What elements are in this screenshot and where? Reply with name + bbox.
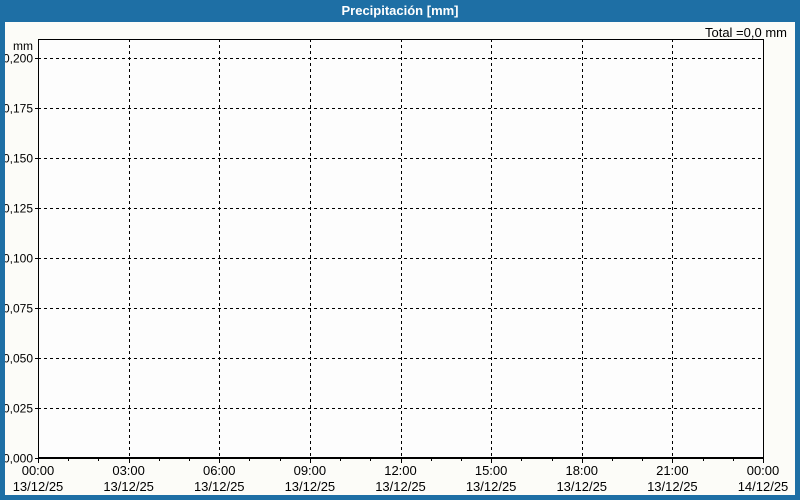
y-tick-label: 0,100 (5, 252, 33, 266)
y-tick-label: 0,125 (5, 202, 33, 216)
y-tick-label: 0,075 (5, 302, 33, 316)
x-tick-time-label: 15:00 (475, 463, 508, 478)
x-tick-time-label: 03:00 (112, 463, 145, 478)
x-tick-date-label: 13/12/25 (466, 479, 517, 494)
total-value-label: Total =0,0 mm (704, 25, 787, 40)
precipitation-plot: 0,200 0,175 0,150 0,125 0,100 0,075 0,050 0,025… (5, 39, 789, 494)
x-tick-date-label: 13/12/25 (375, 479, 426, 494)
plot-background (38, 39, 763, 458)
x-tick-time-label: 21:00 (656, 463, 689, 478)
y-tick-label: 0,150 (5, 152, 33, 166)
precipitation-chart-window: Precipitación [mm] Total =0,0 mm 0,200 0,… (0, 0, 800, 500)
title-bar: Precipitación [mm] (0, 0, 800, 22)
y-tick-label: 0,200 (5, 52, 33, 66)
x-tick-date-label: 13/12/25 (194, 479, 245, 494)
y-tick-label: 0,050 (5, 352, 33, 366)
x-tick-time-label: 18:00 (565, 463, 598, 478)
x-tick-time-label: 09:00 (294, 463, 327, 478)
x-tick-date-label: 13/12/25 (13, 479, 64, 494)
x-tick-date-label: 14/12/25 (738, 479, 789, 494)
y-tick-label: 0,175 (5, 102, 33, 116)
x-tick-date-label: 13/12/25 (103, 479, 154, 494)
x-tick-time-label: 12:00 (384, 463, 417, 478)
chart-title: Precipitación [mm] (341, 3, 459, 18)
x-tick-date-label: 13/12/25 (556, 479, 607, 494)
x-tick-time-label: 00:00 (22, 463, 55, 478)
chart-content: Total =0,0 mm 0,200 0,175 0,150 0,125 0,100 0… (5, 22, 795, 495)
y-tick-label: 0,025 (5, 402, 33, 416)
grid-layer (38, 39, 763, 458)
x-tick-date-label: 13/12/25 (647, 479, 698, 494)
x-tick-time-label: 06:00 (203, 463, 236, 478)
x-tick-time-label: 00:00 (747, 463, 780, 478)
y-axis-unit-label: mm (13, 39, 33, 53)
x-tick-date-label: 13/12/25 (285, 479, 336, 494)
